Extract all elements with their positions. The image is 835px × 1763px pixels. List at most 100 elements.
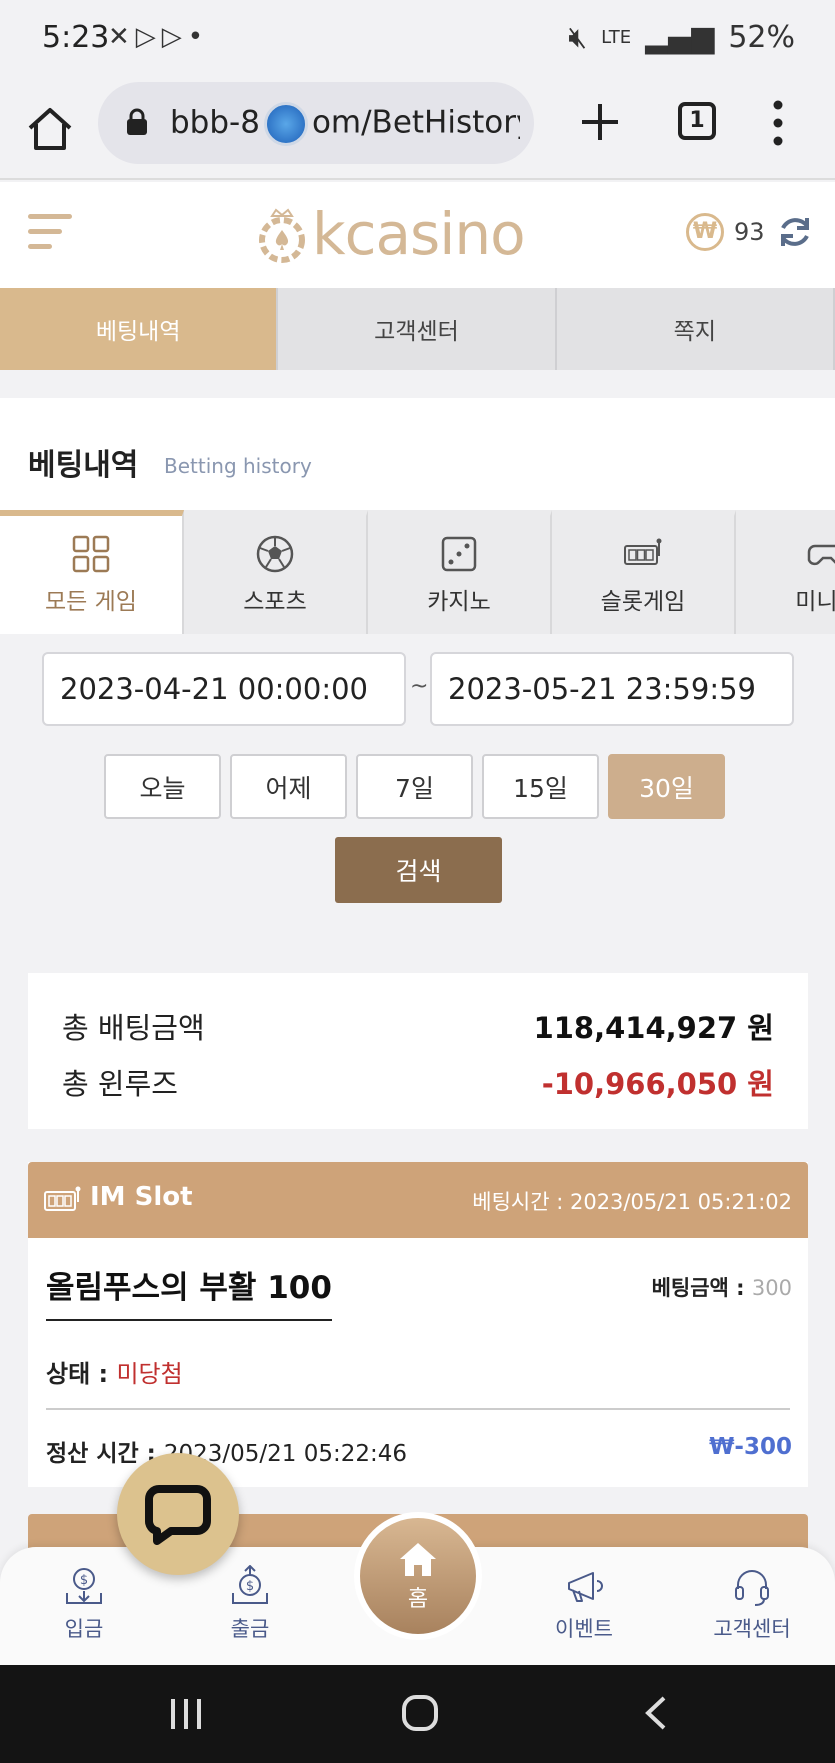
megaphone-icon — [568, 1572, 603, 1602]
total-winloss-row: 총 윈루즈 -10,966,050 원 — [62, 1061, 774, 1111]
total-winloss-label: 총 윈루즈 — [62, 1067, 178, 1101]
totals-summary: 총 배팅금액 118,414,927 원 총 윈루즈 -10,966,050 원 — [28, 973, 808, 1129]
bet-status: 상태 : 미당첨 — [46, 1360, 183, 1388]
nav-label: 이벤트 — [555, 1617, 613, 1641]
address-bar[interactable]: bbb-8 om/BetHistory — [98, 82, 534, 164]
network-type: LTE — [601, 27, 632, 48]
home-icon — [400, 1543, 436, 1576]
grid-icon — [72, 535, 110, 573]
mute-icon: 🔇︎ — [568, 20, 588, 55]
back-icon[interactable] — [640, 1695, 670, 1731]
nav-deposit[interactable]: $ 입금 — [24, 1565, 144, 1643]
tab-sports[interactable]: 스포츠 — [184, 510, 368, 634]
tab-label: 카지노 — [427, 589, 491, 615]
divider — [46, 1408, 790, 1410]
tab-all-games[interactable]: 모든 게임 — [0, 510, 184, 634]
gamepad-icon — [807, 544, 835, 566]
filter-30days-button[interactable]: 30일 — [608, 754, 725, 819]
live-chat-button[interactable] — [117, 1453, 239, 1575]
deposit-icon: $ — [66, 1568, 102, 1604]
search-button[interactable]: 검색 — [335, 837, 502, 903]
site-logo[interactable]: kcasino — [256, 200, 536, 270]
dice-icon — [441, 536, 477, 572]
headset-icon — [735, 1570, 769, 1606]
svg-text:$: $ — [80, 1573, 88, 1588]
settle-time: 정산 시간 : 2023/05/21 05:22:46 — [46, 1441, 408, 1467]
filter-yesterday-button[interactable]: 어제 — [230, 754, 347, 819]
bet-result: ₩-300 — [709, 1434, 792, 1460]
url-text: bbb-8 om/BetHistory — [170, 102, 520, 146]
top-tabs: 베팅내역 고객센터 쪽지 — [0, 288, 835, 370]
refresh-icon[interactable] — [775, 212, 815, 252]
tab-customer-center[interactable]: 고객센터 — [278, 288, 557, 370]
slot-machine-icon — [624, 538, 662, 565]
won-coin-icon: ₩ — [686, 213, 724, 251]
status-time: 5:23 — [42, 20, 110, 55]
nav-label: 홈 — [407, 1587, 429, 1612]
tab-switcher-button[interactable]: 1 — [678, 102, 716, 140]
tab-messages[interactable]: 쪽지 — [556, 288, 835, 370]
filter-15days-button[interactable]: 15일 — [482, 754, 599, 819]
total-bet-value: 118,414,927 원 — [533, 1011, 774, 1045]
chip-crown-icon — [259, 208, 305, 263]
signal-icon: ▂▄▆ — [645, 20, 715, 55]
bet-record-card: IM Slot 베팅시간 : 2023/05/21 05:21:02 올림푸스의… — [28, 1162, 808, 1487]
site-header: kcasino ₩ 93 — [0, 182, 835, 288]
nav-label: 고객센터 — [713, 1617, 791, 1641]
tab-label: 미니게 — [795, 589, 835, 615]
tab-label: 슬롯게임 — [600, 589, 686, 615]
nav-label: 출금 — [230, 1617, 270, 1641]
tab-mini-games[interactable]: 미니게 — [736, 510, 835, 634]
page-subtitle: Betting history — [164, 454, 312, 478]
svg-text:$: $ — [246, 1579, 254, 1594]
date-separator: ~ — [410, 674, 429, 699]
page-title: 베팅내역 — [28, 448, 139, 483]
lock-icon — [127, 108, 147, 135]
game-category-tabs: 모든 게임 스포츠 카지노 슬롯게임 미니게 — [0, 510, 835, 634]
status-right: 🔇︎ LTE ▂▄▆ 52% — [568, 20, 795, 55]
bet-amount-value: 300 — [751, 1276, 792, 1300]
tab-betting-history[interactable]: 베팅내역 — [0, 288, 279, 370]
balance-amount: 93 — [734, 218, 765, 246]
nav-withdraw[interactable]: $ 출금 — [190, 1565, 310, 1643]
compass-icon — [263, 102, 308, 146]
nav-customer-center[interactable]: 고객센터 — [692, 1565, 812, 1643]
chat-bubble-icon — [145, 1485, 211, 1545]
total-bet-row: 총 배팅금액 118,414,927 원 — [62, 1005, 774, 1055]
logo-text: kcasino — [312, 200, 526, 268]
status-bar: 5:23 ✕▷▷• 🔇︎ LTE ▂▄▆ 52% — [0, 0, 835, 78]
withdraw-icon: $ — [232, 1565, 268, 1604]
nav-events[interactable]: 이벤트 — [524, 1565, 644, 1643]
new-tab-icon[interactable] — [578, 100, 622, 144]
more-menu-icon[interactable] — [768, 98, 788, 148]
browser-home-icon[interactable] — [22, 100, 78, 156]
total-bet-label: 총 배팅금액 — [62, 1011, 205, 1045]
system-home-icon[interactable] — [400, 1693, 440, 1733]
battery-level: 52% — [728, 20, 795, 55]
bet-status-value: 미당첨 — [116, 1360, 183, 1388]
browser-toolbar: bbb-8 om/BetHistory 1 — [0, 78, 835, 180]
tab-casino[interactable]: 카지노 — [368, 510, 552, 634]
provider-name: IM Slot — [90, 1182, 193, 1212]
soccer-ball-icon — [256, 535, 294, 573]
bet-card-header: IM Slot 베팅시간 : 2023/05/21 05:21:02 — [28, 1162, 808, 1238]
notification-icons: ✕▷▷• — [108, 22, 210, 52]
system-navigation-bar — [0, 1665, 835, 1763]
total-winloss-value: -10,966,050 원 — [541, 1067, 774, 1101]
bet-amount: 베팅금액 : 300 — [651, 1276, 792, 1300]
start-date-input[interactable]: 2023-04-21 00:00:00 — [42, 652, 406, 726]
recent-apps-icon[interactable] — [168, 1697, 204, 1731]
section-title: 베팅내역 Betting history — [0, 398, 835, 510]
nav-home-button[interactable]: 홈 — [354, 1512, 482, 1640]
filter-7days-button[interactable]: 7일 — [356, 754, 473, 819]
end-date-input[interactable]: 2023-05-21 23:59:59 — [430, 652, 794, 726]
date-range: 2023-04-21 00:00:00 ~ 2023-05-21 23:59:5… — [42, 652, 794, 726]
nav-label: 입금 — [64, 1617, 104, 1641]
hamburger-menu-icon[interactable] — [28, 212, 72, 252]
tab-label: 스포츠 — [243, 589, 307, 615]
bet-time: 베팅시간 : 2023/05/21 05:21:02 — [472, 1190, 792, 1214]
tab-slot-games[interactable]: 슬롯게임 — [552, 510, 736, 634]
game-name: 올림푸스의 부활 100 — [46, 1262, 332, 1321]
tab-label: 모든 게임 — [45, 589, 137, 615]
filter-today-button[interactable]: 오늘 — [104, 754, 221, 819]
